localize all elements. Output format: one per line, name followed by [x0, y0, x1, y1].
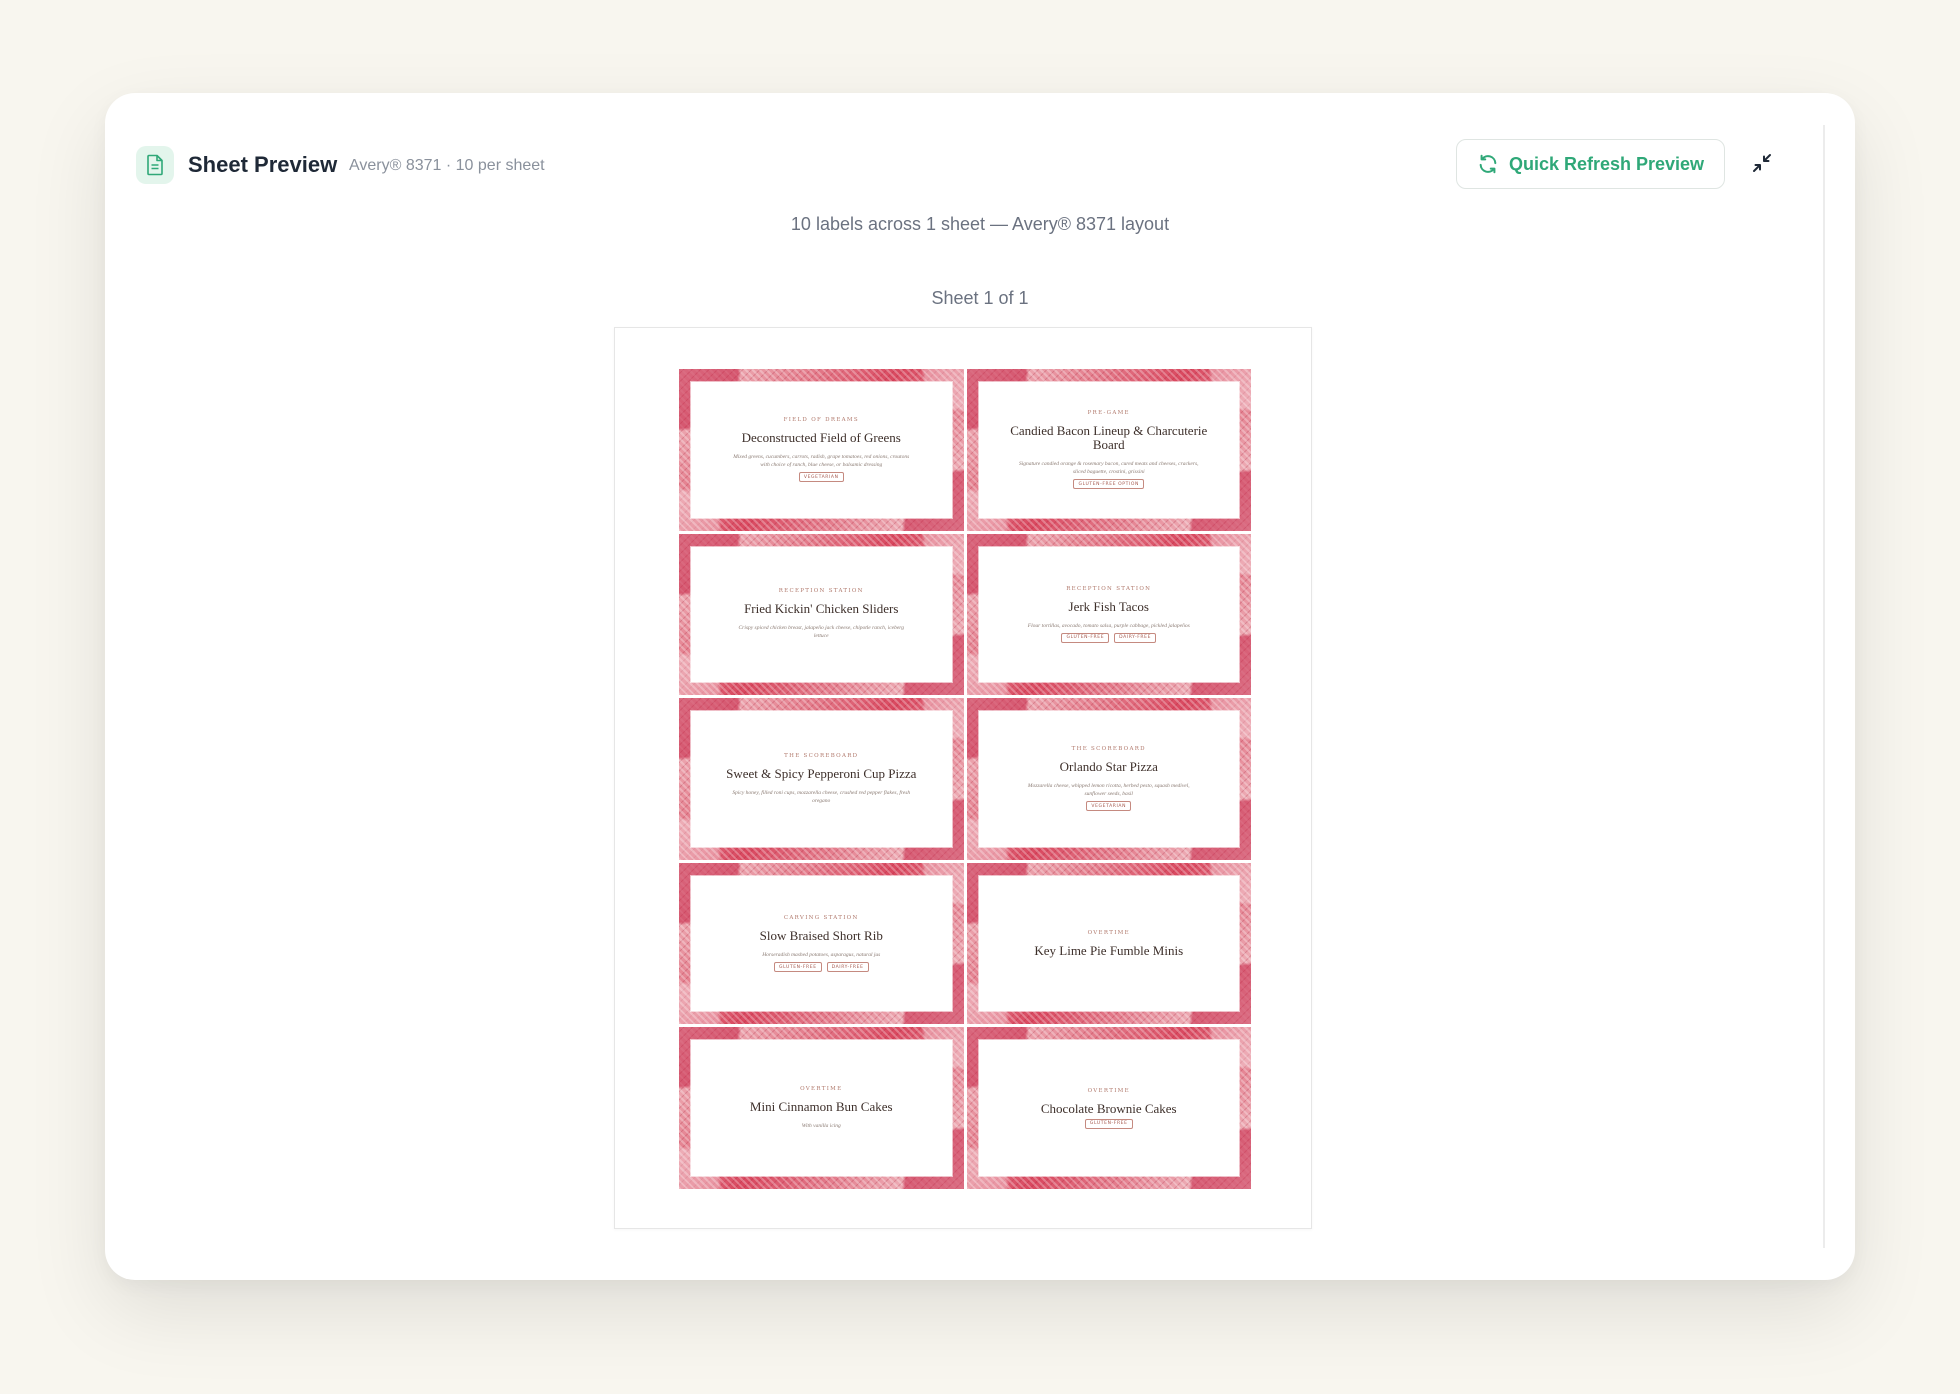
label-name: Mini Cinnamon Bun Cakes — [749, 1099, 893, 1115]
label-description: Signature candied orange & rosemary baco… — [1019, 461, 1199, 476]
sheet-number-label: Sheet 1 of 1 — [931, 288, 1029, 308]
label-tag: Dairy-Free — [1114, 632, 1157, 643]
label-content: Pre-Game Candied Bacon Lineup & Charcuter… — [978, 382, 1239, 518]
label-name: Slow Braised Short Rib — [759, 928, 883, 944]
label-name: Orlando Star Pizza — [1059, 759, 1158, 775]
label-tag: Dairy-Free — [826, 962, 869, 973]
label-name: Fried Kickin' Chicken Sliders — [744, 601, 899, 617]
label-category: Carving Station — [783, 915, 859, 922]
label-category: The Scoreboard — [1071, 746, 1146, 753]
label-category: Reception Station — [778, 588, 864, 595]
label-description: Mixed greens, cucumbers, carrots, radish… — [733, 454, 910, 469]
label-sheet: Field of Dreams Deconstructed Field of Gr… — [614, 327, 1312, 1229]
label-name: Deconstructed Field of Greens — [741, 430, 901, 446]
label-tag: Vegetarian — [798, 472, 844, 483]
label-category: Overtime — [1087, 929, 1130, 936]
panel-subtitle: Avery® 8371 · 10 per sheet — [349, 157, 545, 174]
label-description: Crispy spiced chicken breast, jalapeño j… — [738, 625, 904, 640]
label-category: The Scoreboard — [784, 752, 859, 759]
label-content: Field of Dreams Deconstructed Field of Gr… — [691, 382, 952, 518]
label-card: Field of Dreams Deconstructed Field of Gr… — [679, 369, 964, 531]
label-name: Chocolate Brownie Cakes — [1040, 1100, 1177, 1116]
label-description: Flour tortillas, avocado, tomato salsa, … — [1027, 622, 1190, 629]
refresh-icon — [1477, 153, 1499, 175]
label-name: Sweet & Spicy Pepperoni Cup Pizza — [726, 765, 917, 781]
label-description: Horseradish mashed potatoes, asparagus, … — [762, 952, 881, 959]
label-card: The Scoreboard Orlando Star Pizza Mozzarel… — [966, 698, 1251, 860]
label-tags: Vegetarian — [798, 472, 844, 483]
label-description: With vanilla icing — [801, 1123, 841, 1130]
label-tags: Gluten-Free — [1084, 1118, 1133, 1129]
sheet-preview-panel: Sheet Preview Avery® 8371 · 10 per sheet… — [105, 93, 1855, 1280]
label-content: The Scoreboard Orlando Star Pizza Mozzarel… — [978, 711, 1239, 847]
label-content: Carving Station Slow Braised Short Rib Hor… — [691, 875, 952, 1012]
label-content: Overtime Mini Cinnamon Bun Cakes With vani… — [691, 1040, 952, 1176]
label-tags: Vegetarian — [1086, 801, 1132, 812]
sheet-summary: 10 labels across 1 sheet — Avery® 8371 l… — [790, 214, 1170, 234]
label-card: The Scoreboard Sweet & Spicy Pepperoni Cu… — [679, 698, 964, 860]
label-category: Overtime — [1087, 1087, 1130, 1094]
label-tag: Vegetarian — [1086, 801, 1132, 812]
collapse-icon — [1750, 151, 1774, 175]
label-tag: Gluten-Free — [1061, 632, 1110, 643]
label-description: Spicy honey, filled roni cups, mozzarell… — [732, 789, 911, 804]
label-card: Reception Station Fried Kickin' Chicken S… — [679, 533, 964, 696]
quick-refresh-preview-button[interactable]: Quick Refresh Preview — [1456, 139, 1725, 189]
label-grid: Field of Dreams Deconstructed Field of Gr… — [679, 369, 1251, 1189]
label-content: Reception Station Jerk Fish Tacos Flour to… — [978, 546, 1239, 683]
label-category: Field of Dreams — [783, 417, 859, 424]
label-tag: Gluten-Free — [773, 962, 822, 973]
label-description: Mozzarella cheese, whipped lemon ricotta… — [1027, 783, 1190, 798]
label-name: Key Lime Pie Fumble Minis — [1034, 942, 1184, 958]
panel-title: Sheet Preview — [188, 152, 338, 177]
quick-refresh-preview-label: Quick Refresh Preview — [1508, 153, 1705, 174]
label-category: Reception Station — [1066, 585, 1152, 592]
label-card: Overtime Chocolate Brownie Cakes Gluten-Fr… — [966, 1027, 1251, 1189]
label-tag: Gluten-Free Option — [1073, 479, 1145, 490]
label-tag: Gluten-Free — [1084, 1118, 1133, 1129]
collapse-button[interactable] — [1745, 146, 1779, 180]
label-content: The Scoreboard Sweet & Spicy Pepperoni Cu… — [691, 711, 952, 847]
label-card: Pre-Game Candied Bacon Lineup & Charcuter… — [966, 369, 1251, 531]
label-card: Overtime Key Lime Pie Fumble Minis — [966, 862, 1251, 1025]
label-content: Reception Station Fried Kickin' Chicken S… — [691, 546, 952, 683]
label-card: Reception Station Jerk Fish Tacos Flour to… — [966, 533, 1251, 696]
label-content: Overtime Chocolate Brownie Cakes Gluten-Fr… — [978, 1040, 1239, 1176]
document-icon — [136, 146, 174, 184]
label-tags: Gluten-Free Dairy-Free — [773, 962, 869, 973]
label-card: Overtime Mini Cinnamon Bun Cakes With vani… — [679, 1027, 964, 1189]
label-category: Pre-Game — [1087, 410, 1130, 417]
label-tags: Gluten-Free Option — [1073, 479, 1145, 490]
label-card: Carving Station Slow Braised Short Rib Hor… — [679, 862, 964, 1025]
label-category: Overtime — [800, 1086, 843, 1093]
label-content: Overtime Key Lime Pie Fumble Minis — [978, 875, 1239, 1012]
label-tags: Gluten-Free Dairy-Free — [1061, 632, 1157, 643]
label-name: Candied Bacon Lineup & Charcuterie Board — [1010, 423, 1208, 453]
label-name: Jerk Fish Tacos — [1068, 598, 1149, 614]
